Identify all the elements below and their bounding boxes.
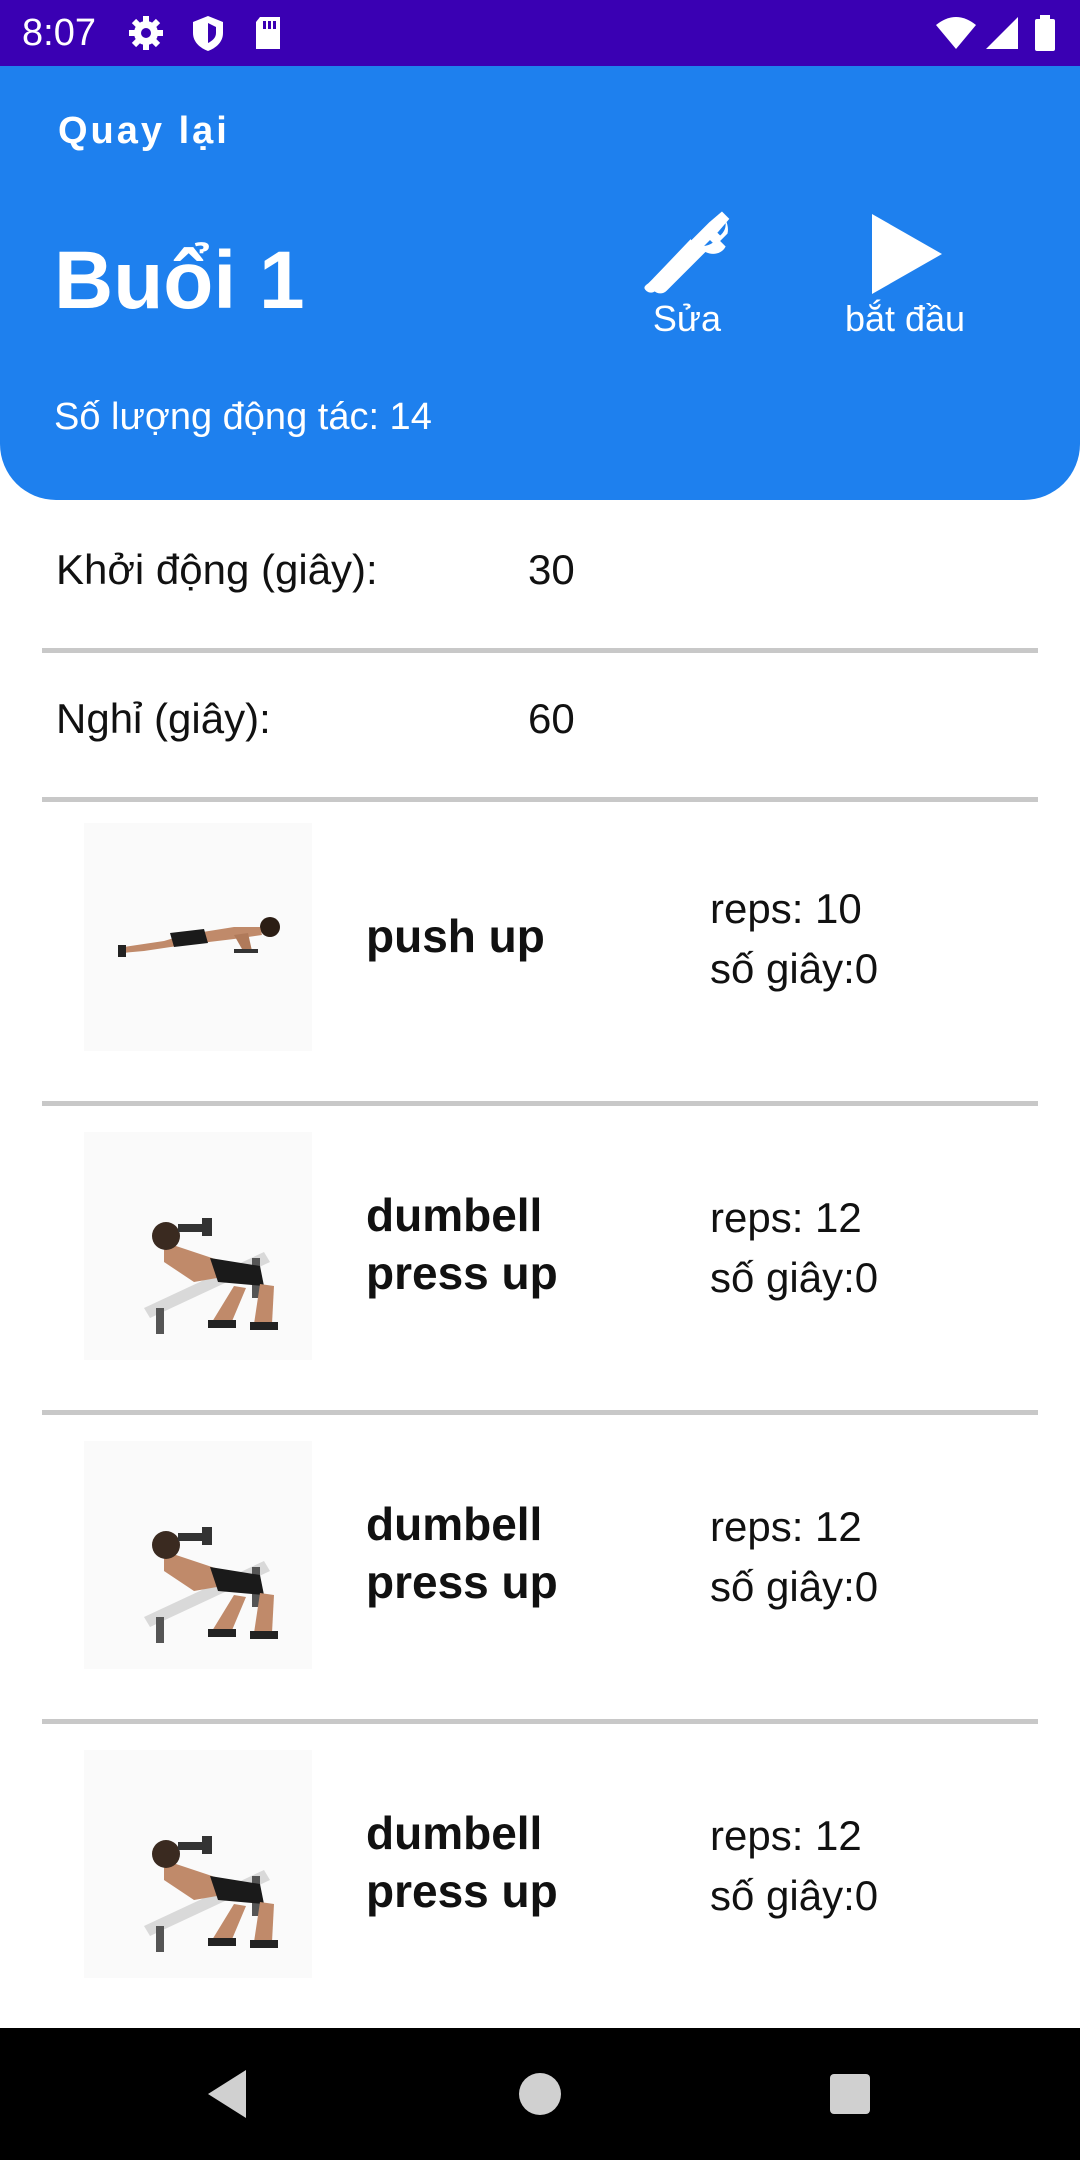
rest-value: 60: [528, 695, 575, 742]
shield-icon: [193, 16, 223, 51]
dumbbell-press-illustration: [144, 1218, 278, 1334]
exercise-reps: reps: 12: [710, 1194, 862, 1241]
battery-icon: [1035, 15, 1055, 51]
exercise-meta: reps: 12 số giây:0: [710, 1806, 878, 1926]
exercise-reps: reps: 12: [710, 1503, 862, 1550]
exercise-name: dumbell press up: [366, 1498, 558, 1608]
exercise-seconds: số giây:0: [710, 1872, 879, 1919]
dumbbell-press-illustration: [144, 1527, 278, 1643]
warmup-row[interactable]: Khởi động (giây): 30: [42, 500, 1038, 653]
gear-icon: [129, 16, 163, 50]
exercise-count: Số lượng động tác: 14: [54, 396, 432, 438]
exercise-item[interactable]: dumbell press up reps: 12 số giây:0: [42, 1724, 1038, 2033]
exercise-seconds: số giây:0: [710, 1563, 879, 1610]
exercise-seconds: số giây:0: [710, 945, 879, 992]
edit-label: Sửa: [652, 298, 722, 339]
dumbbell-press-illustration: [144, 1836, 278, 1952]
home-circle-icon[interactable]: [510, 2064, 570, 2124]
exercise-seconds: số giây:0: [710, 1254, 879, 1301]
rest-row[interactable]: Nghỉ (giây): 60: [42, 649, 1038, 802]
status-time: 8:07: [22, 12, 96, 54]
start-label: bắt đầu: [844, 298, 966, 339]
exercise-reps: reps: 10: [710, 885, 862, 932]
push-up-image: [84, 823, 312, 1051]
wifi-icon: [936, 17, 976, 49]
signal-icon: [986, 17, 1018, 49]
start-button[interactable]: bắt đầu: [830, 206, 980, 346]
exercise-name: dumbell press up: [366, 1807, 558, 1917]
exercise-meta: reps: 12 số giây:0: [710, 1497, 878, 1617]
sd-card-icon: [256, 17, 280, 49]
back-link[interactable]: Quay lại: [58, 110, 230, 153]
play-icon: [872, 214, 942, 294]
exercise-name: push up: [366, 910, 545, 962]
dumbbell-press-image: [84, 1441, 312, 1669]
exercise-meta: reps: 10 số giây:0: [710, 879, 878, 999]
recents-square-icon[interactable]: [820, 2064, 880, 2124]
back-triangle-icon[interactable]: [200, 2064, 260, 2124]
system-nav-bar: [0, 2028, 1080, 2160]
push-up-illustration: [118, 917, 280, 957]
exercise-item[interactable]: push up reps: 10 số giây:0: [42, 797, 1038, 1106]
tools-icon: [644, 211, 730, 294]
exercise-name: dumbell press up: [366, 1189, 558, 1299]
warmup-value: 30: [528, 546, 575, 593]
rest-label: Nghỉ (giây):: [56, 695, 271, 742]
dumbbell-press-image: [84, 1750, 312, 1978]
exercise-reps: reps: 12: [710, 1812, 862, 1859]
exercise-item[interactable]: dumbell press up reps: 12 số giây:0: [42, 1415, 1038, 1724]
exercise-meta: reps: 12 số giây:0: [710, 1188, 878, 1308]
exercise-item[interactable]: dumbell press up reps: 12 số giây:0: [42, 1106, 1038, 1415]
workout-header: Quay lại Buổi 1 Sửa bắt đầu Số lượng độn…: [0, 66, 1080, 500]
status-bar: 8:07: [0, 0, 1080, 66]
dumbbell-press-image: [84, 1132, 312, 1360]
page-title: Buổi 1: [54, 235, 305, 326]
workout-detail-screen: 8:07 Quay lại Buổi 1 Sửa bắt đầu Số lượn…: [0, 0, 1080, 2160]
edit-button[interactable]: Sửa: [630, 206, 744, 346]
warmup-label: Khởi động (giây):: [56, 546, 378, 593]
